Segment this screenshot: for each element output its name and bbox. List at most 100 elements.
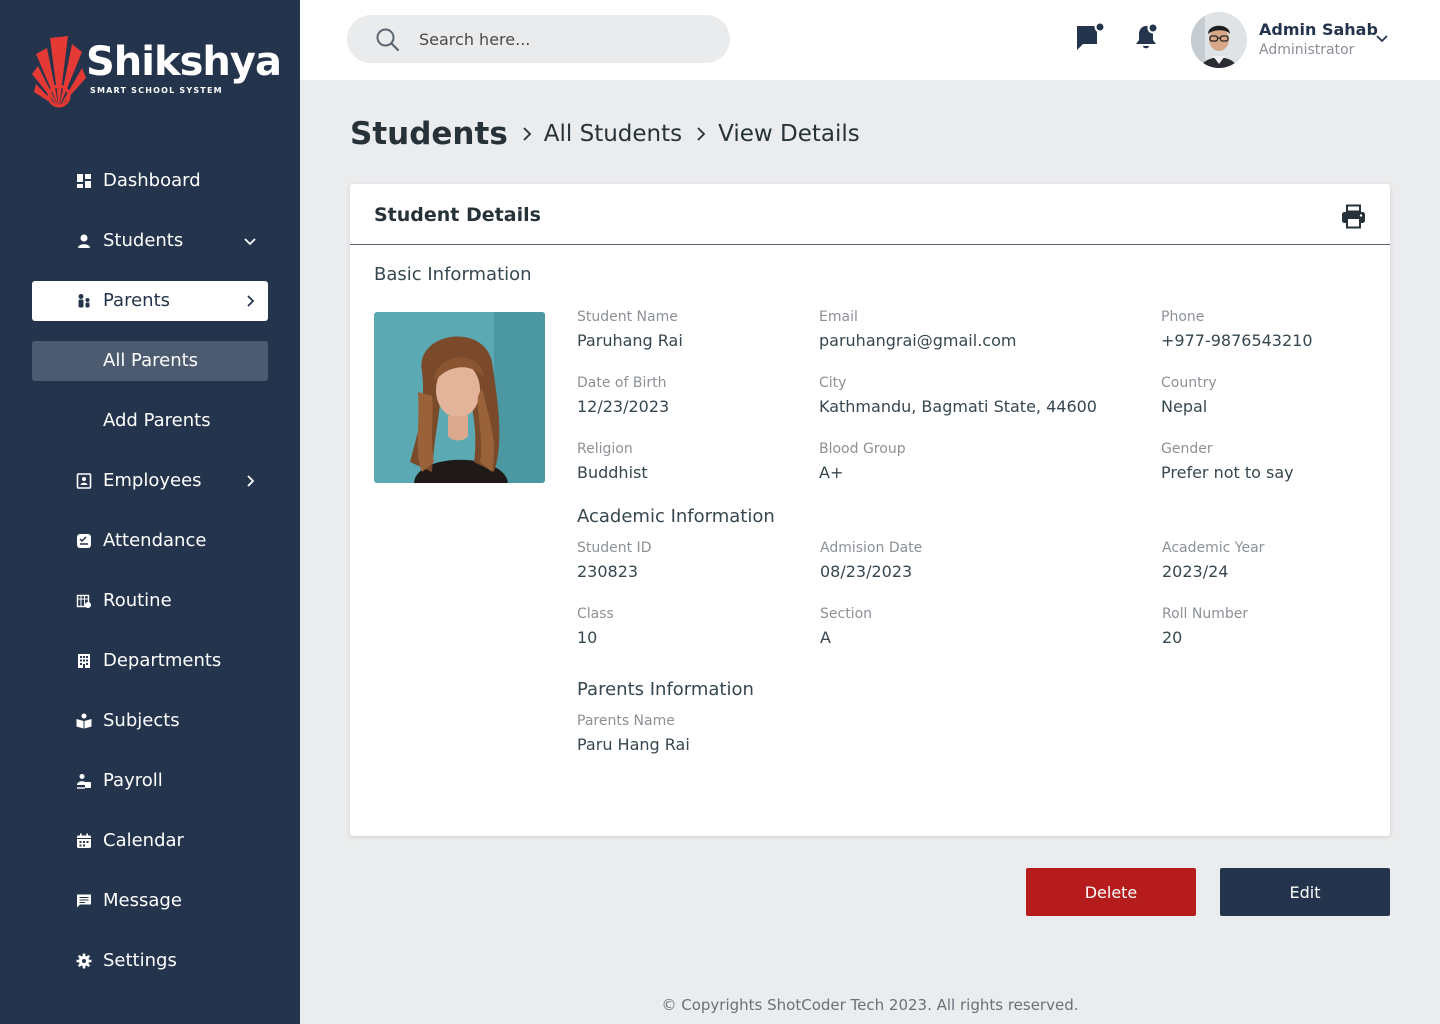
sidebar-item-employees[interactable]: Employees <box>32 461 268 501</box>
section-title-basic: Basic Information <box>374 264 532 285</box>
sidebar-item-label: Routine <box>103 590 172 611</box>
sidebar-subitem-add-parents[interactable]: Add Parents <box>32 401 268 441</box>
field-label: Academic Year <box>1162 540 1265 556</box>
departments-icon <box>78 654 90 668</box>
field-value: Kathmandu, Bagmati State, 44600 <box>819 397 1097 416</box>
breadcrumb: Students All Students View Details <box>350 114 860 154</box>
field-value: Prefer not to say <box>1161 463 1294 482</box>
search-input[interactable] <box>419 27 709 51</box>
field-religion: Religion Buddhist <box>577 440 648 484</box>
chevron-down-icon <box>244 238 256 246</box>
sidebar-item-routine[interactable]: Routine <box>32 581 268 621</box>
field-academic-year: Academic Year 2023/24 <box>1162 539 1264 583</box>
field-blood-group: Blood Group A+ <box>819 440 906 484</box>
search-icon[interactable] <box>375 27 400 52</box>
field-phone: Phone +977-9876543210 <box>1161 308 1313 352</box>
sidebar-item-label: Dashboard <box>103 170 201 191</box>
field-value: 12/23/2023 <box>577 397 670 416</box>
employees-icon <box>76 473 92 489</box>
sidebar-item-departments[interactable]: Departments <box>32 641 268 681</box>
sidebar-item-label: Departments <box>103 650 222 671</box>
field-value: 10 <box>577 628 598 647</box>
brand-tagline: SMART SCHOOL SYSTEM <box>90 86 223 95</box>
student-icon <box>78 234 90 248</box>
sidebar-item-subjects[interactable]: Subjects <box>32 701 268 741</box>
avatar[interactable] <box>1191 12 1247 68</box>
field-value: +977-9876543210 <box>1161 331 1313 350</box>
sidebar-item-label: Students <box>103 230 184 251</box>
chat-icon[interactable] <box>1076 22 1106 52</box>
routine-icon <box>76 594 91 608</box>
sidebar-item-calendar[interactable]: Calendar <box>32 821 268 861</box>
field-email: Email paruhangrai@gmail.com <box>819 308 1016 352</box>
field-value: paruhangrai@gmail.com <box>819 331 1017 350</box>
field-parents-name: Parents Name Paru Hang Rai <box>577 712 690 756</box>
sidebar-item-label: Add Parents <box>103 410 211 431</box>
student-photo <box>374 312 545 483</box>
avatar-image <box>1191 12 1247 68</box>
footer-copyright: © Copyrights ShotCoder Tech 2023. All ri… <box>661 996 1079 1014</box>
sidebar-item-label: Calendar <box>103 830 184 851</box>
logo-mark-icon <box>32 36 86 108</box>
user-role: Administrator <box>1259 42 1355 58</box>
field-date-of-birth: Date of Birth 12/23/2023 <box>577 374 669 418</box>
sidebar-item-message[interactable]: Message <box>32 881 268 921</box>
field-label: Roll Number <box>1162 606 1249 622</box>
sidebar-item-payroll[interactable]: Payroll <box>32 761 268 801</box>
field-class: Class 10 <box>577 605 614 649</box>
subjects-icon <box>76 713 92 729</box>
sidebar-item-students[interactable]: Students <box>32 221 268 261</box>
sidebar-subitem-all-parents[interactable]: All Parents <box>32 341 268 381</box>
field-label: City <box>819 375 847 391</box>
field-value: 230823 <box>577 562 639 581</box>
field-label: Section <box>820 606 873 622</box>
field-label: Email <box>819 309 858 325</box>
field-label: Student ID <box>577 540 652 556</box>
edit-button[interactable]: Edit <box>1220 868 1390 916</box>
chevron-right-icon <box>247 295 255 307</box>
field-label: Religion <box>577 441 633 457</box>
gear-icon <box>76 953 92 969</box>
sidebar-item-parents[interactable]: Parents <box>32 281 268 321</box>
sidebar-item-label: All Parents <box>103 350 199 371</box>
field-admission-date: Admision Date 08/23/2023 <box>820 539 922 583</box>
field-label: Phone <box>1161 309 1205 325</box>
sidebar-item-label: Payroll <box>103 770 163 791</box>
notification-bell-icon[interactable] <box>1132 22 1162 52</box>
field-label: Country <box>1161 375 1217 391</box>
user-name[interactable]: Admin Sahab <box>1259 20 1378 39</box>
sidebar-item-attendance[interactable]: Attendance <box>32 521 268 561</box>
field-label: Blood Group <box>819 441 906 457</box>
message-icon <box>77 894 91 908</box>
sidebar-item-label: Message <box>103 890 182 911</box>
top-bar: Admin Sahab Administrator <box>300 0 1440 80</box>
field-roll-number: Roll Number 20 <box>1162 605 1248 649</box>
field-gender: Gender Prefer not to say <box>1161 440 1294 484</box>
breadcrumb-root[interactable]: Students <box>350 116 508 152</box>
delete-button[interactable]: Delete <box>1026 868 1196 916</box>
print-icon[interactable] <box>1341 204 1366 229</box>
section-title-academic: Academic Information <box>577 506 775 527</box>
sidebar-item-label: Employees <box>103 470 202 491</box>
field-student-name: Student Name Paruhang Rai <box>577 308 683 352</box>
student-photo-image <box>374 312 545 483</box>
field-value: Paruhang Rai <box>577 331 683 350</box>
breadcrumb-all-students[interactable]: All Students <box>544 121 682 147</box>
chevron-down-icon[interactable] <box>1374 30 1390 46</box>
parents-icon <box>78 294 90 308</box>
field-value: 08/23/2023 <box>820 562 913 581</box>
sidebar-item-dashboard[interactable]: Dashboard <box>32 161 268 201</box>
field-value: Buddhist <box>577 463 648 482</box>
chevron-right-icon <box>523 127 532 141</box>
breadcrumb-view-details: View Details <box>718 121 860 147</box>
field-value: A <box>820 628 831 647</box>
student-details-card: Student Details Basic Information Studen… <box>350 184 1390 836</box>
sidebar-item-label: Attendance <box>103 530 207 551</box>
field-value: 20 <box>1162 628 1183 647</box>
field-country: Country Nepal <box>1161 374 1217 418</box>
sidebar-item-settings[interactable]: Settings <box>32 941 268 981</box>
search-bar[interactable] <box>347 15 730 63</box>
sidebar-item-label: Subjects <box>103 710 180 731</box>
chevron-right-icon <box>697 127 706 141</box>
brand-logo[interactable]: Shikshya SMART SCHOOL SYSTEM <box>32 32 282 112</box>
